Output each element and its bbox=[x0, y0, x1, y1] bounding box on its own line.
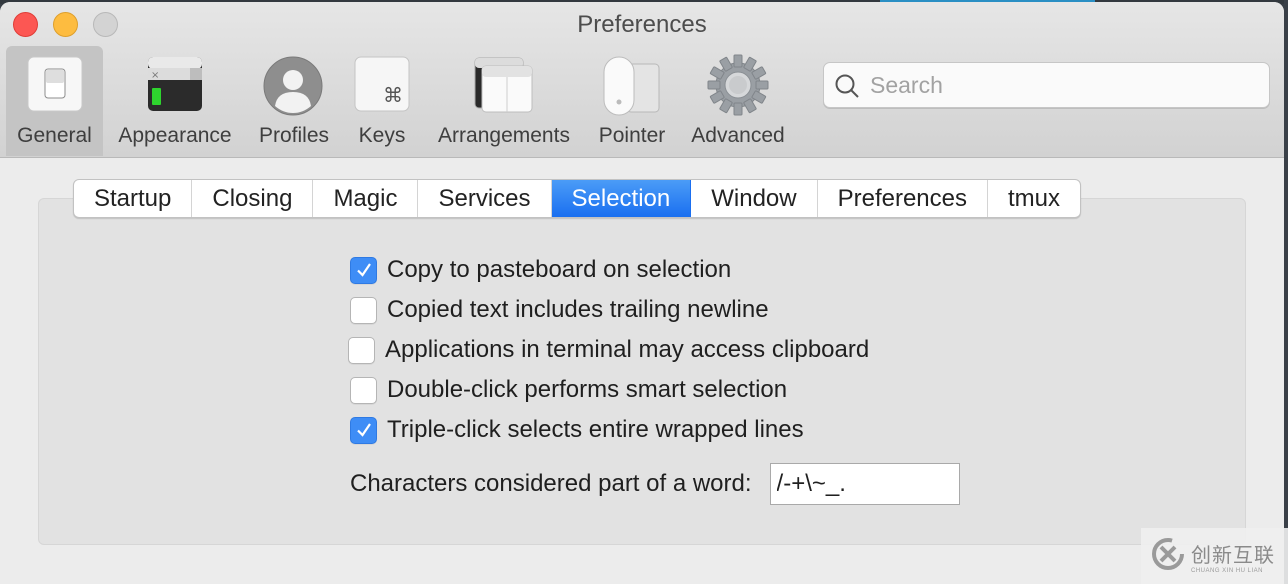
tab-tmux[interactable]: tmux bbox=[988, 180, 1080, 217]
svg-text:⌘: ⌘ bbox=[383, 83, 403, 107]
tab-window[interactable]: Window bbox=[691, 180, 818, 217]
mouse-pointer-icon bbox=[603, 56, 661, 121]
toolbar-item-label: General bbox=[17, 124, 92, 147]
general-switch-icon bbox=[27, 56, 83, 117]
title-bar: Preferences General × Appearance Profile… bbox=[0, 2, 1284, 158]
option-label: Copy to pasteboard on selection bbox=[387, 256, 732, 283]
watermark-text: 创新互联 bbox=[1191, 542, 1275, 567]
toolbar-item-label: Advanced bbox=[691, 124, 785, 147]
checkbox-clipboard-access[interactable] bbox=[348, 336, 375, 364]
toolbar-item-keys[interactable]: ⌘ Keys bbox=[348, 46, 416, 156]
checkbox-triple-click[interactable] bbox=[350, 416, 377, 444]
checkbox-trailing-newline[interactable] bbox=[350, 296, 377, 324]
option-trailing-newline[interactable]: Copied text includes trailing newline bbox=[350, 296, 769, 324]
word-characters-input[interactable] bbox=[769, 463, 960, 505]
toolbar-item-advanced[interactable]: Advanced bbox=[684, 46, 792, 156]
window-title: Preferences bbox=[577, 11, 707, 38]
profile-user-icon bbox=[263, 56, 323, 121]
toolbar-item-label: Arrangements bbox=[438, 124, 570, 147]
toolbar-item-profiles[interactable]: Profiles bbox=[252, 46, 336, 156]
svg-text:×: × bbox=[151, 70, 159, 81]
search-input[interactable] bbox=[870, 63, 1250, 107]
watermark-subtext: CHUANG XIN HU LIAN bbox=[1191, 567, 1264, 574]
checkmark-icon bbox=[356, 423, 371, 437]
watermark-logo-icon bbox=[1151, 537, 1185, 576]
watermark: 创新互联 CHUANG XIN HU LIAN bbox=[1141, 528, 1288, 584]
toolbar-item-label: Keys bbox=[358, 124, 406, 147]
toolbar-item-label: Profiles bbox=[258, 124, 330, 147]
tab-magic[interactable]: Magic bbox=[313, 180, 419, 217]
command-key-icon: ⌘ bbox=[354, 56, 410, 117]
arrangements-windows-icon bbox=[474, 56, 534, 119]
tab-preferences[interactable]: Preferences bbox=[818, 180, 988, 217]
gear-icon bbox=[707, 54, 769, 121]
option-copy-to-pasteboard[interactable]: Copy to pasteboard on selection bbox=[350, 256, 731, 284]
checkmark-icon bbox=[356, 263, 371, 277]
search-field[interactable] bbox=[823, 62, 1270, 108]
option-clipboard-access[interactable]: Applications in terminal may access clip… bbox=[348, 336, 869, 364]
desktop-right-edge bbox=[1284, 0, 1288, 584]
option-label: Triple-click selects entire wrapped line… bbox=[387, 416, 804, 443]
search-icon bbox=[834, 73, 860, 104]
tab-services[interactable]: Services bbox=[418, 180, 552, 217]
toolbar-item-label: Pointer bbox=[598, 124, 666, 147]
word-characters-label: Characters considered part of a word: bbox=[350, 470, 752, 497]
toolbar-item-pointer[interactable]: Pointer bbox=[592, 46, 672, 156]
tab-closing[interactable]: Closing bbox=[192, 180, 314, 217]
tab-startup[interactable]: Startup bbox=[74, 180, 193, 217]
toolbar-item-general[interactable]: General bbox=[6, 46, 103, 156]
option-smart-selection[interactable]: Double-click performs smart selection bbox=[350, 376, 787, 404]
word-characters-row: Characters considered part of a word: bbox=[350, 463, 960, 505]
option-label: Copied text includes trailing newline bbox=[387, 296, 769, 323]
checkbox-smart-selection[interactable] bbox=[350, 376, 377, 404]
option-label: Double-click performs smart selection bbox=[387, 376, 788, 403]
general-tab-bar: Startup Closing Magic Services Selection… bbox=[73, 179, 1082, 218]
toolbar-item-label: Appearance bbox=[118, 124, 232, 147]
option-label: Applications in terminal may access clip… bbox=[385, 336, 870, 363]
preferences-window: Preferences General × Appearance Profile… bbox=[0, 2, 1284, 584]
appearance-terminal-icon: × bbox=[147, 56, 203, 117]
toolbar-item-appearance[interactable]: × Appearance bbox=[112, 46, 238, 156]
option-triple-click[interactable]: Triple-click selects entire wrapped line… bbox=[350, 416, 804, 444]
checkbox-copy-to-pasteboard[interactable] bbox=[350, 256, 377, 284]
tab-selection[interactable]: Selection bbox=[551, 180, 692, 217]
toolbar-item-arrangements[interactable]: Arrangements bbox=[428, 46, 580, 156]
